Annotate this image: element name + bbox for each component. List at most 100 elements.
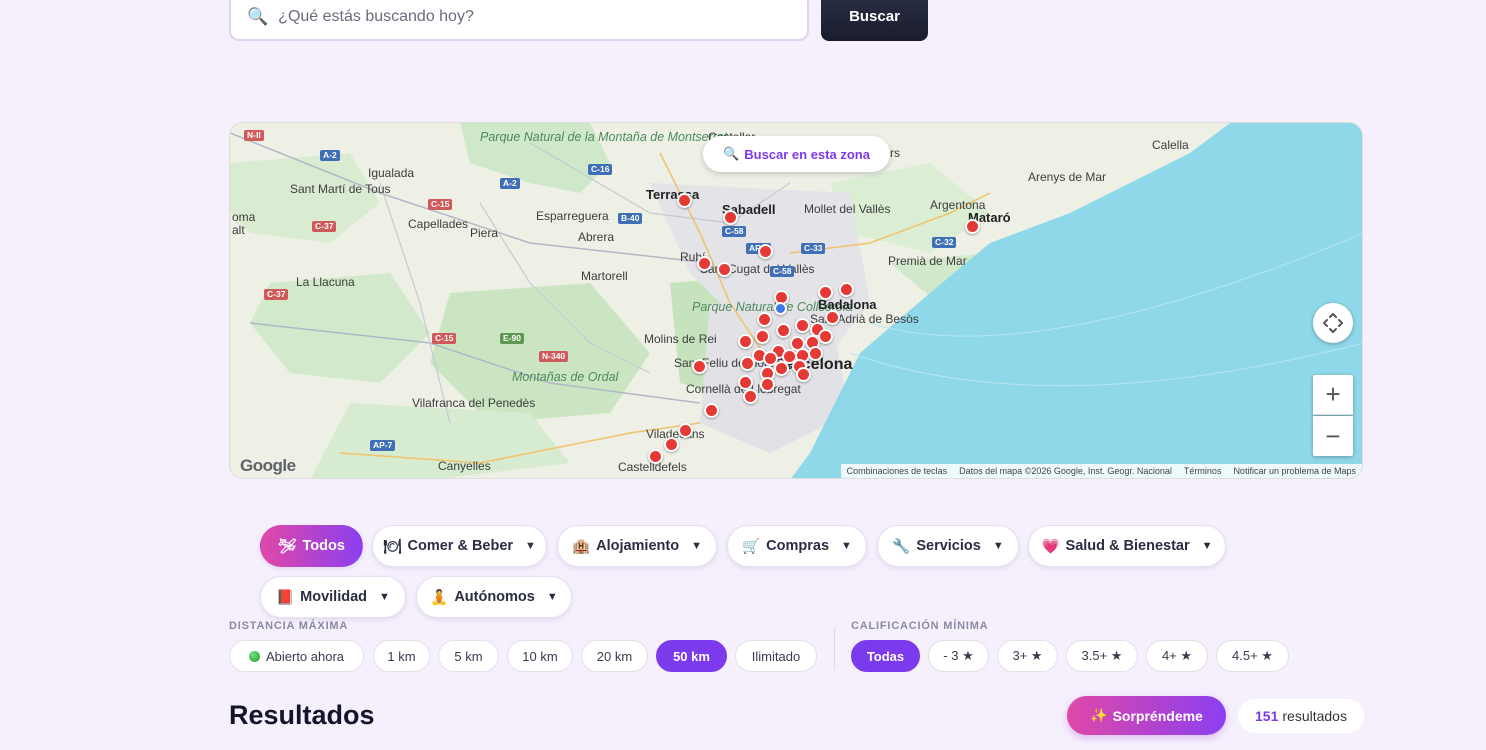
caret-down-icon: ▼ [546,591,558,603]
map-marker[interactable] [839,282,854,297]
distance-option[interactable]: 1 km [373,640,430,672]
search-input[interactable] [278,7,759,26]
rating-option[interactable]: 3.5+ ★ [1066,640,1138,672]
road-shield: A-2 [320,150,340,161]
map-marker[interactable] [755,329,770,344]
map-marker[interactable] [740,356,755,371]
plane-icon: 🛩 [278,538,297,555]
place-label: Abrera [578,230,615,244]
map-marker[interactable] [697,256,712,271]
road-shield: C-16 [588,164,613,175]
map-marker[interactable] [965,219,980,234]
search-area-button[interactable]: 🔍 Buscar en esta zona [703,136,890,172]
category-servicios[interactable]: 🔧 Servicios ▼ [877,525,1019,567]
zoom-in-button[interactable]: + [1313,375,1353,415]
caret-down-icon: ▼ [691,540,702,552]
search-icon: 🔍 [723,146,740,161]
rating-option-selected[interactable]: Todas [851,640,920,672]
caret-down-icon: ▼ [525,540,536,552]
fullscreen-button[interactable] [1313,303,1353,343]
road-shield: B-40 [618,213,643,224]
map-data-text: Datos del mapa ©2026 Google, Inst. Geogr… [959,466,1172,476]
category-compras[interactable]: 🛒 Compras ▼ [727,525,867,567]
category-todos[interactable]: 🛩 Todos [260,525,363,567]
hotel-icon: 🏨 [572,538,591,555]
place-label: Vilafranca del Penedès [412,396,536,410]
map-marker[interactable] [818,329,833,344]
distance-option[interactable]: Ilimitado [735,640,817,672]
green-dot-icon [248,650,260,662]
search-bar: 🔍 [229,0,809,41]
search-button[interactable]: Buscar [821,0,928,41]
open-now-toggle[interactable]: Abierto ahora [229,640,364,672]
category-comer-beber[interactable]: 🍽 Comer & Beber ▼ [372,525,547,567]
map-marker[interactable] [760,377,775,392]
map-marker[interactable] [774,361,789,376]
map-marker[interactable] [738,334,753,349]
place-label: Canyelles [438,459,491,473]
map-marker[interactable] [818,285,833,300]
map-marker[interactable] [678,423,693,438]
person-icon: 🧘 [430,589,449,606]
map-marker[interactable] [738,375,753,390]
distance-filter-title: DISTANCIA MÁXIMA [229,620,349,632]
report-problem-link[interactable]: Notificar un problema de Maps [1233,466,1356,476]
book-icon: 📕 [276,589,295,606]
rating-option[interactable]: 3+ ★ [997,640,1058,672]
map-marker[interactable] [776,323,791,338]
search-icon: 🔍 [247,6,269,26]
map-marker[interactable] [723,210,738,225]
fullscreen-icon [1323,313,1343,333]
map-marker[interactable] [743,389,758,404]
caret-down-icon: ▼ [1201,540,1213,552]
place-label: rs [890,146,900,160]
zoom-out-button[interactable]: − [1313,416,1353,456]
caret-down-icon: ▼ [992,540,1004,552]
terms-link[interactable]: Términos [1184,466,1222,476]
park-label: Parque Natural de la Montaña de Montserr… [480,130,728,144]
distance-option[interactable]: 20 km [581,640,648,672]
keyboard-shortcuts-link[interactable]: Combinaciones de teclas [847,466,948,476]
road-shield: C-32 [932,237,957,248]
distance-option[interactable]: 10 km [507,640,573,672]
map-marker[interactable] [664,437,679,452]
category-movilidad[interactable]: 📕 Movilidad ▼ [260,576,406,618]
road-shield: C-58 [770,266,795,277]
dining-icon: 🍽 [383,538,402,555]
map-marker[interactable] [795,318,810,333]
place-label: Piera [470,226,499,240]
results-count: 151 resultados [1238,699,1364,733]
map-marker[interactable] [825,310,840,325]
road-shield: C-37 [264,289,289,300]
road-shield: E-90 [500,333,524,344]
map-marker[interactable] [758,244,773,259]
current-location-marker [774,302,787,315]
map-marker[interactable] [692,359,707,374]
map-marker[interactable] [796,367,811,382]
road-shield: C-58 [722,226,747,237]
category-alojamiento[interactable]: 🏨 Alojamiento ▼ [557,525,717,567]
map-marker[interactable] [717,262,732,277]
map-marker[interactable] [757,312,772,327]
road-shield: C-37 [312,221,337,232]
distance-option[interactable]: 5 km [438,640,499,672]
rating-option[interactable]: - 3 ★ [928,640,989,672]
map-marker[interactable] [808,346,823,361]
map[interactable]: Parque Natural de la Montaña de Montserr… [229,122,1363,479]
heart-icon: 💗 [1041,538,1060,555]
distance-option-selected[interactable]: 50 km [656,640,727,672]
map-marker[interactable] [704,403,719,418]
rating-option[interactable]: 4+ ★ [1146,640,1208,672]
map-marker[interactable] [677,193,692,208]
place-label: Sant Martí de Tous [290,182,391,196]
cart-icon: 🛒 [742,538,761,555]
rating-option[interactable]: 4.5+ ★ [1216,640,1289,672]
category-salud-bienestar[interactable]: 💗 Salud & Bienestar ▼ [1028,525,1226,567]
place-label: Capellades [408,217,469,231]
map-marker[interactable] [648,449,663,464]
category-autonomos[interactable]: 🧘 Autónomos ▼ [416,576,572,618]
surprise-button[interactable]: ✨ Sorpréndeme [1067,696,1226,735]
place-label: Martorell [581,269,628,283]
google-logo: Google [240,456,296,475]
road-shield: N-340 [539,351,569,362]
